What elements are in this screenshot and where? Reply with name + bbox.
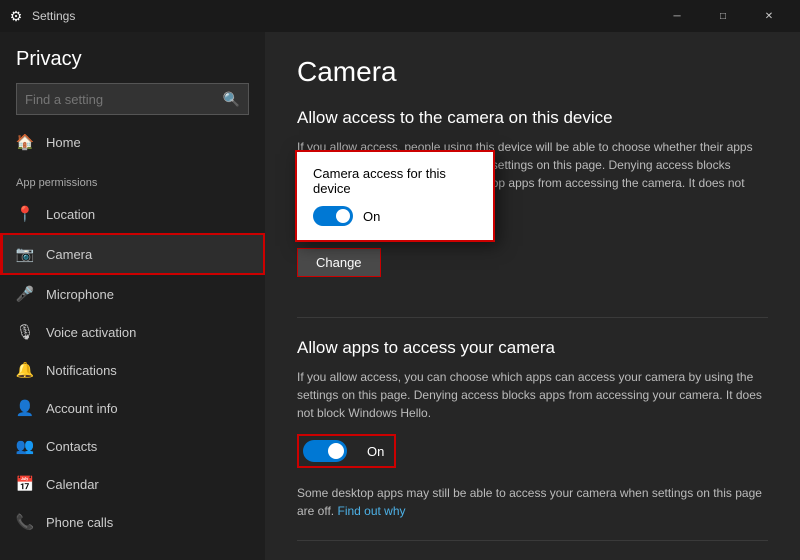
calendar-icon: 📅 — [16, 475, 34, 493]
sidebar-item-camera-label: Camera — [46, 247, 92, 262]
titlebar: ⚙ Settings ─ □ ✕ — [0, 0, 800, 32]
close-button[interactable]: ✕ — [746, 0, 792, 32]
sidebar-item-account[interactable]: 👤 Account info — [0, 389, 265, 427]
titlebar-controls: ─ □ ✕ — [654, 0, 792, 32]
camera-access-popup: Camera access for this device On — [295, 150, 495, 242]
section2-title: Allow apps to access your camera — [297, 338, 768, 358]
app-permissions-label: App permissions — [0, 161, 265, 195]
section2: Allow apps to access your camera If you … — [297, 338, 768, 541]
content-area: Camera access for this device On Camera … — [265, 32, 800, 560]
find-out-link[interactable]: Find out why — [337, 504, 405, 518]
sidebar-item-phone-label: Phone calls — [46, 515, 113, 530]
voice-icon: 🎙 — [16, 323, 34, 341]
privacy-label: Privacy — [16, 48, 249, 71]
main-layout: Privacy 🔍 🏠 Home App permissions 📍 Locat… — [0, 32, 800, 560]
popup-camera-toggle[interactable] — [313, 206, 353, 226]
popup-title: Camera access for this device — [313, 166, 477, 196]
sidebar-item-notifications[interactable]: 🔔 Notifications — [0, 351, 265, 389]
search-box[interactable]: 🔍 — [16, 83, 249, 115]
allow-apps-toggle[interactable] — [303, 440, 347, 462]
sidebar-item-calendar-label: Calendar — [46, 477, 99, 492]
sidebar-item-location-label: Location — [46, 207, 95, 222]
maximize-button[interactable]: □ — [700, 0, 746, 32]
sidebar-item-contacts-label: Contacts — [46, 439, 97, 454]
section2-desc: If you allow access, you can choose whic… — [297, 368, 768, 422]
section1-title: Allow access to the camera on this devic… — [297, 108, 768, 128]
sidebar-item-location[interactable]: 📍 Location — [0, 195, 265, 233]
home-icon: 🏠 — [16, 133, 34, 151]
find-out-line: Some desktop apps may still be able to a… — [297, 484, 768, 520]
popup-toggle-knob — [336, 209, 350, 223]
sidebar-header: Privacy 🔍 — [0, 32, 265, 123]
titlebar-title: Settings — [32, 9, 75, 23]
minimize-button[interactable]: ─ — [654, 0, 700, 32]
sidebar-item-calendar[interactable]: 📅 Calendar — [0, 465, 265, 503]
location-icon: 📍 — [16, 205, 34, 223]
sidebar-item-phone[interactable]: 📞 Phone calls — [0, 503, 265, 541]
sidebar-item-home-label: Home — [46, 135, 81, 150]
titlebar-left: ⚙ Settings — [8, 8, 75, 24]
popup-toggle-label: On — [363, 209, 380, 224]
sidebar-item-voice-label: Voice activation — [46, 325, 136, 340]
microphone-icon: 🎤 — [16, 285, 34, 303]
allow-apps-toggle-knob — [328, 443, 344, 459]
search-icon: 🔍 — [223, 91, 240, 108]
change-button[interactable]: Change — [297, 248, 381, 277]
phone-icon: 📞 — [16, 513, 34, 531]
sidebar-item-home[interactable]: 🏠 Home — [0, 123, 265, 161]
notifications-icon: 🔔 — [16, 361, 34, 379]
sidebar-item-microphone-label: Microphone — [46, 287, 114, 302]
sidebar-item-camera[interactable]: 📷 Camera — [0, 233, 265, 275]
contacts-icon: 👥 — [16, 437, 34, 455]
sidebar-item-notifications-label: Notifications — [46, 363, 117, 378]
allow-apps-toggle-label: On — [367, 444, 384, 459]
settings-app-icon: ⚙ — [8, 8, 24, 24]
sidebar-item-account-label: Account info — [46, 401, 118, 416]
popup-toggle-row: On — [313, 206, 477, 226]
page-title: Camera — [297, 56, 768, 88]
sidebar-item-voice[interactable]: 🎙 Voice activation — [0, 313, 265, 351]
sidebar-item-contacts[interactable]: 👥 Contacts — [0, 427, 265, 465]
sidebar: Privacy 🔍 🏠 Home App permissions 📍 Locat… — [0, 32, 265, 560]
account-icon: 👤 — [16, 399, 34, 417]
search-input[interactable] — [25, 92, 217, 107]
camera-icon: 📷 — [16, 245, 34, 263]
sidebar-item-microphone[interactable]: 🎤 Microphone — [0, 275, 265, 313]
allow-apps-toggle-row: On — [297, 434, 396, 468]
